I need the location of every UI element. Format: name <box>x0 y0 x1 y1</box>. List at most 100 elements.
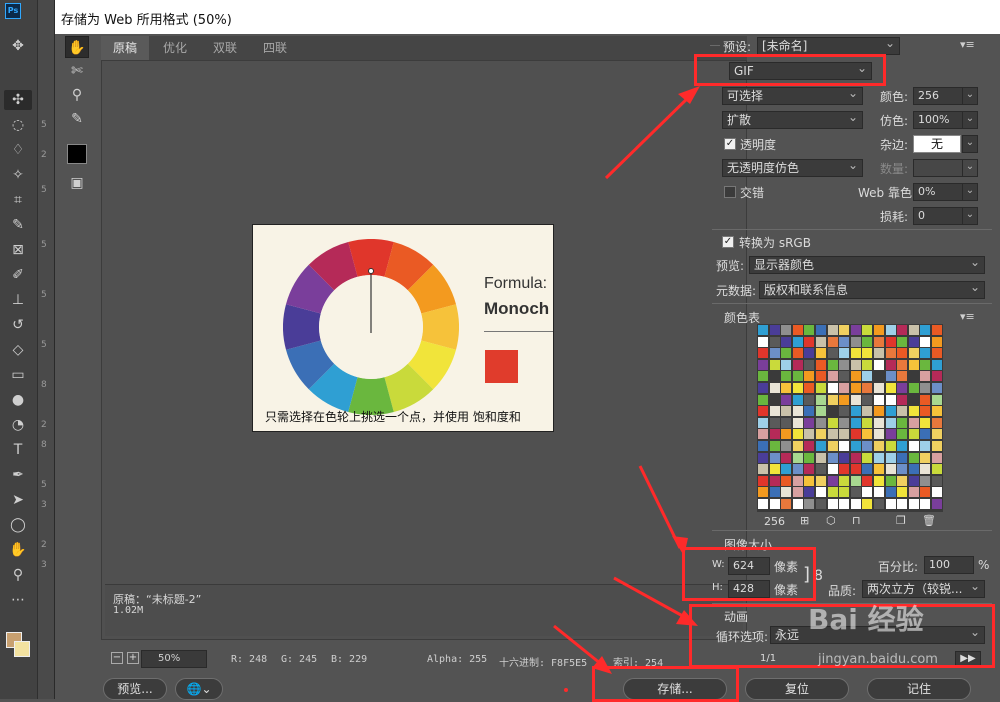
color-table-cell[interactable] <box>932 394 942 405</box>
chain-link-icon[interactable]: 8 <box>814 568 823 584</box>
color-table-cell[interactable] <box>908 359 919 370</box>
color-table-cell[interactable] <box>769 406 780 417</box>
color-table-cell[interactable] <box>885 336 896 347</box>
transparency-dither-select[interactable]: 无透明度仿色 <box>722 159 863 177</box>
color-table-cell[interactable] <box>839 406 850 417</box>
color-table-cell[interactable] <box>897 475 908 486</box>
color-table-cell[interactable] <box>908 475 919 486</box>
color-table-cell[interactable] <box>932 429 942 440</box>
color-table-cell[interactable] <box>792 487 803 498</box>
tab-optimized[interactable]: 优化 <box>151 36 199 60</box>
color-table-cell[interactable] <box>932 487 942 498</box>
color-table-cell[interactable] <box>839 429 850 440</box>
color-table-cell[interactable] <box>758 348 768 359</box>
color-table-cell[interactable] <box>827 359 838 370</box>
color-table-cell[interactable] <box>850 394 861 405</box>
color-table-cell[interactable] <box>908 336 919 347</box>
color-table-cell[interactable] <box>850 371 861 382</box>
color-table-cell[interactable] <box>839 383 850 393</box>
color-table-cell[interactable] <box>920 475 931 486</box>
color-table-cell[interactable] <box>920 441 931 451</box>
color-table-cell[interactable] <box>827 475 838 486</box>
color-table-cell[interactable] <box>781 394 792 405</box>
color-table-cell[interactable] <box>920 499 931 509</box>
color-table-cell[interactable] <box>792 371 803 382</box>
web-snap-input[interactable]: 0% <box>913 183 963 201</box>
color-table-cell[interactable] <box>897 383 908 393</box>
color-table-cell[interactable] <box>932 441 942 451</box>
color-table-cell[interactable] <box>885 475 896 486</box>
color-table-cell[interactable] <box>769 348 780 359</box>
last-frame-icon[interactable]: ▶▶ <box>955 651 981 667</box>
color-table-cell[interactable] <box>758 325 768 335</box>
color-table-cell[interactable] <box>908 429 919 440</box>
color-table-cell[interactable] <box>827 499 838 509</box>
color-table-cell[interactable] <box>920 348 931 359</box>
color-table-menu-icon[interactable]: ▾≡ <box>960 310 975 323</box>
tab-2up[interactable]: 双联 <box>201 36 249 60</box>
color-table-cell[interactable] <box>862 499 873 509</box>
gradient-icon[interactable]: ▭ <box>4 365 32 385</box>
color-table-cell[interactable] <box>769 325 780 335</box>
color-table-cell[interactable] <box>908 394 919 405</box>
color-table-cell[interactable] <box>769 499 780 509</box>
color-table-cell[interactable] <box>885 429 896 440</box>
color-table-cell[interactable] <box>862 359 873 370</box>
color-table-cell[interactable] <box>850 499 861 509</box>
color-table-cell[interactable] <box>932 348 942 359</box>
color-table-cell[interactable] <box>839 348 850 359</box>
color-table-cell[interactable] <box>839 452 850 463</box>
color-table-cell[interactable] <box>862 325 873 335</box>
color-table-cell[interactable] <box>816 441 826 451</box>
color-table-cell[interactable] <box>769 475 780 486</box>
lasso-icon[interactable]: ♢ <box>4 140 32 160</box>
color-table-cell[interactable] <box>908 383 919 393</box>
color-table-cell[interactable] <box>850 487 861 498</box>
crop-icon[interactable]: ⌗ <box>4 190 32 210</box>
color-table-cell[interactable] <box>874 441 884 451</box>
color-table-cell[interactable] <box>897 371 908 382</box>
quality-select[interactable]: 两次立方（较锐... <box>862 580 985 598</box>
color-table-cell[interactable] <box>920 325 931 335</box>
color-table-cell[interactable] <box>908 325 919 335</box>
tab-original[interactable]: 原稿 <box>101 36 150 60</box>
color-table-cell[interactable] <box>885 487 896 498</box>
color-table-cell[interactable] <box>792 359 803 370</box>
format-select[interactable]: GIF <box>729 62 872 80</box>
color-table-cell[interactable] <box>758 383 768 393</box>
color-table-cell[interactable] <box>804 429 815 440</box>
color-table-cell[interactable] <box>758 464 768 475</box>
more-icon[interactable]: ⋯ <box>4 590 32 610</box>
color-table-cell[interactable] <box>781 406 792 417</box>
color-table-cell[interactable] <box>769 429 780 440</box>
map-to-transparent-icon[interactable]: ⊞ <box>800 514 809 527</box>
color-table-cell[interactable] <box>850 348 861 359</box>
color-table-cell[interactable] <box>792 417 803 428</box>
color-table-cell[interactable] <box>827 429 838 440</box>
color-table-cell[interactable] <box>816 452 826 463</box>
color-table-cell[interactable] <box>804 394 815 405</box>
eraser-icon[interactable]: ◇ <box>4 340 32 360</box>
color-table-cell[interactable] <box>816 348 826 359</box>
amount-input[interactable] <box>913 159 963 177</box>
type-icon[interactable]: T <box>4 440 32 460</box>
color-table-cell[interactable] <box>862 348 873 359</box>
color-table-cell[interactable] <box>827 383 838 393</box>
tab-4up[interactable]: 四联 <box>251 36 299 60</box>
color-table-cell[interactable] <box>816 406 826 417</box>
metadata-select[interactable]: 版权和联系信息 <box>759 281 985 299</box>
color-table-cell[interactable] <box>874 383 884 393</box>
zoom-out-button[interactable]: − <box>111 652 123 664</box>
color-table-cell[interactable] <box>862 487 873 498</box>
width-input[interactable]: 624 <box>728 557 770 575</box>
zoom-icon[interactable]: ⚲ <box>65 84 89 106</box>
color-table-cell[interactable] <box>769 394 780 405</box>
color-table-cell[interactable] <box>874 371 884 382</box>
zoom-in-button[interactable]: + <box>127 652 139 664</box>
color-table-cell[interactable] <box>816 383 826 393</box>
color-table-cell[interactable] <box>816 336 826 347</box>
color-table-cell[interactable] <box>758 441 768 451</box>
color-table-cell[interactable] <box>897 487 908 498</box>
color-table-cell[interactable] <box>839 336 850 347</box>
color-table-cell[interactable] <box>781 499 792 509</box>
